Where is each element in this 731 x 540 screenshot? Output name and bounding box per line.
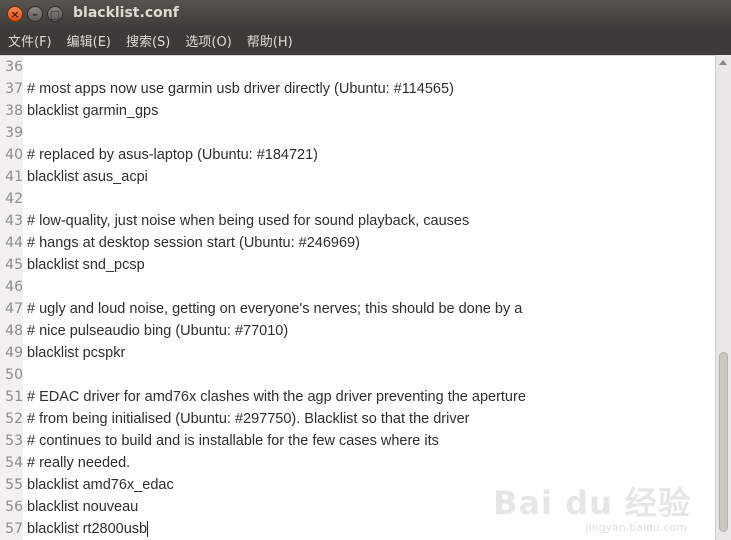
maximize-window-button[interactable]: □ xyxy=(47,6,63,22)
line-number: 39 xyxy=(0,122,23,144)
close-icon: × xyxy=(10,8,20,21)
line-number: 50 xyxy=(0,364,23,386)
editor-line[interactable]: 53 # continues to build and is installabl… xyxy=(0,430,715,452)
editor-line[interactable]: 49 blacklist pcspkr xyxy=(0,342,715,364)
editor-line[interactable]: 48 # nice pulseaudio bing (Ubuntu: #77010… xyxy=(0,320,715,342)
editor-window: × – □ blacklist.conf 文件(F) 编辑(E) 搜索(S) 选… xyxy=(0,0,731,540)
editor-line[interactable]: 45 blacklist snd_pcsp xyxy=(0,254,715,276)
line-text[interactable]: # low-quality, just noise when being use… xyxy=(27,210,469,232)
menu-search[interactable]: 搜索(S) xyxy=(118,30,177,55)
line-text[interactable]: blacklist pcspkr xyxy=(27,342,125,364)
line-number: 40 xyxy=(0,144,23,166)
line-text[interactable]: # EDAC driver for amd76x clashes with th… xyxy=(27,386,526,408)
editor-line[interactable]: 42 xyxy=(0,188,715,210)
line-text[interactable]: # continues to build and is installable … xyxy=(27,430,439,452)
line-number: 45 xyxy=(0,254,23,276)
maximize-icon: □ xyxy=(49,8,61,21)
editor-line[interactable]: 56 blacklist nouveau xyxy=(0,496,715,518)
line-text[interactable]: # really needed. xyxy=(27,452,130,474)
editor-line[interactable]: 54 # really needed. xyxy=(0,452,715,474)
title-bar[interactable]: × – □ blacklist.conf xyxy=(0,0,731,30)
minimize-window-button[interactable]: – xyxy=(27,6,43,22)
line-text[interactable]: blacklist rt2800usb xyxy=(27,518,147,540)
line-text[interactable]: # ugly and loud noise, getting on everyo… xyxy=(27,298,522,320)
line-text[interactable]: blacklist snd_pcsp xyxy=(27,254,145,276)
editor-line[interactable]: 36 xyxy=(0,56,715,78)
line-number: 37 xyxy=(0,78,23,100)
line-text[interactable]: # from being initialised (Ubuntu: #29775… xyxy=(27,408,469,430)
line-text[interactable]: blacklist garmin_gps xyxy=(27,100,158,122)
line-number: 53 xyxy=(0,430,23,452)
menu-options[interactable]: 选项(O) xyxy=(177,30,238,55)
editor-line[interactable]: 47 # ugly and loud noise, getting on ever… xyxy=(0,298,715,320)
editor-line[interactable]: 44 # hangs at desktop session start (Ubun… xyxy=(0,232,715,254)
line-number: 51 xyxy=(0,386,23,408)
line-text[interactable]: # most apps now use garmin usb driver di… xyxy=(27,78,454,100)
line-number: 54 xyxy=(0,452,23,474)
line-text[interactable]: # replaced by asus-laptop (Ubuntu: #1847… xyxy=(27,144,318,166)
editor-line[interactable]: 40 # replaced by asus-laptop (Ubuntu: #18… xyxy=(0,144,715,166)
line-number: 55 xyxy=(0,474,23,496)
line-number: 38 xyxy=(0,100,23,122)
text-cursor xyxy=(147,521,148,537)
editor-line[interactable]: 52 # from being initialised (Ubuntu: #297… xyxy=(0,408,715,430)
editor-line[interactable]: 51 # EDAC driver for amd76x clashes with … xyxy=(0,386,715,408)
window-title: blacklist.conf xyxy=(73,5,179,21)
editor-line[interactable]: 55 blacklist amd76x_edac xyxy=(0,474,715,496)
line-number: 56 xyxy=(0,496,23,518)
menu-file[interactable]: 文件(F) xyxy=(0,30,59,55)
editor-line[interactable]: 50 xyxy=(0,364,715,386)
menu-help[interactable]: 帮助(H) xyxy=(239,30,300,55)
line-number: 41 xyxy=(0,166,23,188)
line-text[interactable]: # nice pulseaudio bing (Ubuntu: #77010) xyxy=(27,320,288,342)
line-text[interactable]: blacklist nouveau xyxy=(27,496,138,518)
editor-line[interactable]: 43 # low-quality, just noise when being u… xyxy=(0,210,715,232)
text-editor-area[interactable]: 36 37 # most apps now use garmin usb drive… xyxy=(0,55,715,540)
editor-line[interactable]: 41 blacklist asus_acpi xyxy=(0,166,715,188)
scroll-up-arrow-icon[interactable] xyxy=(719,60,727,65)
vertical-scrollbar[interactable] xyxy=(715,55,731,540)
menu-edit[interactable]: 编辑(E) xyxy=(59,30,118,55)
editor-line[interactable]: 46 xyxy=(0,276,715,298)
line-number: 42 xyxy=(0,188,23,210)
line-text[interactable]: # hangs at desktop session start (Ubuntu… xyxy=(27,232,360,254)
line-number: 36 xyxy=(0,56,23,78)
line-number: 44 xyxy=(0,232,23,254)
line-text[interactable]: blacklist asus_acpi xyxy=(27,166,148,188)
line-number: 52 xyxy=(0,408,23,430)
editor-line[interactable]: 37 # most apps now use garmin usb driver … xyxy=(0,78,715,100)
close-window-button[interactable]: × xyxy=(7,6,23,22)
line-number: 57 xyxy=(0,518,23,540)
line-number: 47 xyxy=(0,298,23,320)
line-number: 46 xyxy=(0,276,23,298)
line-number: 49 xyxy=(0,342,23,364)
editor-line[interactable]: 57 blacklist rt2800usb xyxy=(0,518,715,540)
editor-line[interactable]: 38 blacklist garmin_gps xyxy=(0,100,715,122)
minimize-icon: – xyxy=(32,8,38,21)
line-number: 48 xyxy=(0,320,23,342)
scrollbar-thumb[interactable] xyxy=(719,352,728,532)
menu-bar: 文件(F) 编辑(E) 搜索(S) 选项(O) 帮助(H) xyxy=(0,30,731,55)
line-text[interactable]: blacklist amd76x_edac xyxy=(27,474,174,496)
editor-line[interactable]: 39 xyxy=(0,122,715,144)
line-number: 43 xyxy=(0,210,23,232)
